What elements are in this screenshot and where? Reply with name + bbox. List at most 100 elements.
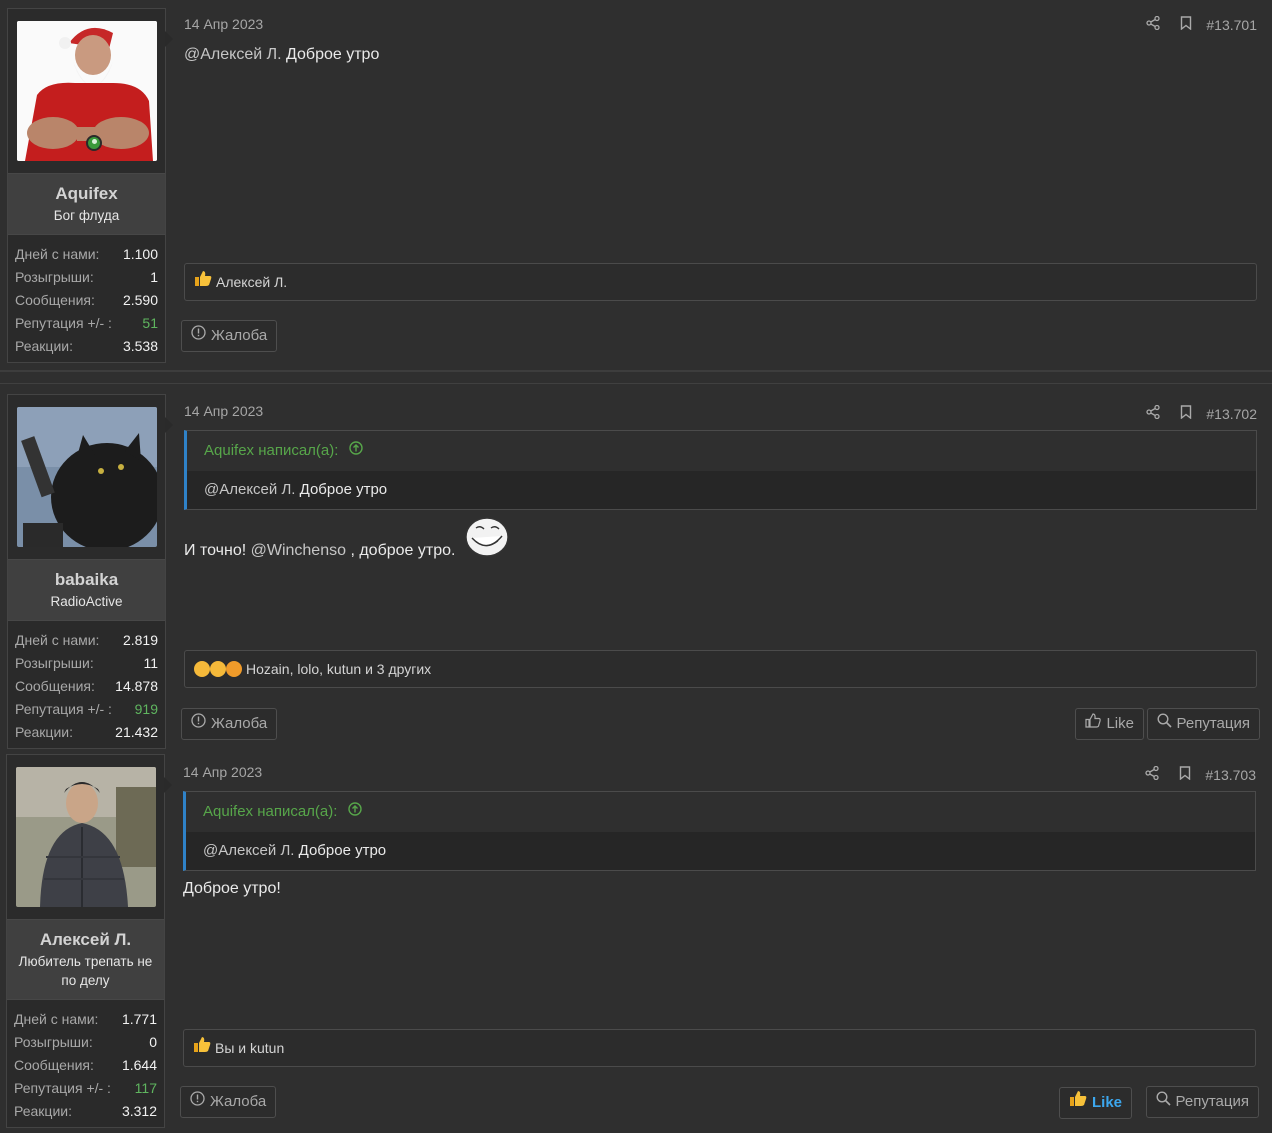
reactions-users[interactable]: Вы и kutun [215,1030,284,1066]
stat-label: Сообщения: [15,292,95,308]
username[interactable]: Aquifex [12,184,161,204]
mention-link[interactable]: @Алексей Л. [184,46,282,63]
like-button[interactable]: Like [1075,708,1144,740]
stat-label: Реакции: [15,724,73,740]
avatar[interactable] [16,407,157,547]
like-label: Like [1091,1094,1122,1111]
report-button[interactable]: Жалоба [180,1086,277,1118]
reactions-users[interactable]: Алексей Л. [216,264,287,300]
stat-value: 14.878 [115,678,158,694]
stat-giveaways: Розыгрыши: 11 [15,652,158,675]
share-icon[interactable] [1146,404,1161,422]
quote-header[interactable]: Aquifex написал(а): [186,792,1255,832]
quote-header[interactable]: Aquifex написал(а): [187,431,1256,471]
bookmark-icon[interactable] [1180,405,1192,422]
arrow-up-circle-icon[interactable] [347,792,362,832]
stat-label: Сообщения: [14,1057,94,1073]
user-stats: Дней с нами: 1.100 Розыгрыши: 1 Сообщения:… [8,235,165,362]
user-title: Бог флуда [53,208,120,223]
post-date[interactable]: 14 Апр 2023 [184,16,263,32]
reactions-users[interactable]: Hozain, lolo, kutun и 3 других [246,651,431,687]
stat-reputation: Репутация +/- : 919 [15,698,158,721]
stat-value: 2.819 [122,632,158,648]
post-actions: #13.703 [1145,765,1256,783]
share-icon[interactable] [1145,765,1160,783]
stat-value: 3.312 [121,1103,157,1119]
thumbs-up-emoji-icon [1069,1088,1087,1118]
laughing-emoji-icon [194,661,210,677]
username[interactable]: Алексей Л. [11,930,160,950]
post-text: И точно! [184,542,251,559]
reputation-label: Репутация [1176,715,1250,732]
bookmark-icon[interactable] [1179,766,1191,783]
post-content: Доброе утро! [183,880,281,898]
avatar-container [7,755,172,919]
stat-days: Дней с нами: 1.100 [15,243,158,266]
user-name-block: Aquifex Бог флуда [8,173,165,235]
like-label: Like [1106,715,1134,732]
post-number[interactable]: #13.701 [1206,17,1257,33]
stat-label: Розыгрыши: [15,655,94,671]
post-text: Доброе утро! [183,880,281,897]
post-date[interactable]: 14 Апр 2023 [184,403,263,419]
thumbs-up-icon [1085,709,1102,739]
quote-author[interactable]: Aquifex написал(а): [204,442,338,459]
mention-link[interactable]: @Алексей Л. [203,842,294,859]
reputation-button[interactable]: Репутация [1145,1086,1259,1118]
quote-body: @Алексей Л. Доброе утро [186,832,1255,870]
message-body: 14 Апр 2023 #13.702 Aquifex написал(а): … [181,382,1260,752]
stat-label: Реакции: [14,1103,72,1119]
avatar[interactable] [16,21,157,161]
username[interactable]: babaika [12,570,161,590]
quote-text: Доброе утро [294,842,387,859]
thumbs-up-emoji-icon [194,264,212,300]
reactions-bar[interactable]: Вы и kutun [183,1029,1256,1067]
stat-label: Дней с нами: [15,632,100,648]
alert-circle-icon [190,1087,205,1117]
stat-label: Репутация +/- : [15,315,112,331]
user-name-block: babaika RadioActive [8,559,165,621]
stat-value[interactable]: 117 [135,1077,157,1100]
arrow-up-circle-icon[interactable] [348,431,363,471]
post-number[interactable]: #13.702 [1206,406,1257,422]
post-date[interactable]: 14 Апр 2023 [183,764,262,780]
stat-label: Репутация +/- : [15,701,112,717]
avatar[interactable] [15,767,156,907]
stat-reputation: Репутация +/- : 51 [15,312,158,335]
alert-circle-icon [191,321,206,351]
stat-reactions: Реакции: 3.538 [15,335,158,358]
mention-link[interactable]: @Алексей Л. [204,481,295,498]
search-icon [1157,709,1172,739]
stat-messages: Сообщения: 2.590 [15,289,158,312]
reactions-bar[interactable]: Алексей Л. [184,263,1257,301]
sad-emoji-icon [226,661,242,677]
message-body: 14 Апр 2023 #13.703 Aquifex написал(а): … [180,752,1259,1133]
report-label: Жалоба [210,1093,267,1110]
post-actions: #13.702 [1146,404,1257,422]
stat-value[interactable]: 51 [142,312,158,335]
user-card: Алексей Л. Любитель трепать не по делу Д… [6,754,172,1128]
like-button[interactable]: Like [1058,1087,1132,1119]
stat-value: 2.590 [122,292,158,308]
reactions-bar[interactable]: Hozain, lolo, kutun и 3 других [184,650,1257,688]
stat-value[interactable]: 919 [135,698,158,721]
mention-link[interactable]: @Winchenso [251,542,346,559]
report-button[interactable]: Жалоба [181,708,278,740]
reputation-label: Репутация [1175,1093,1249,1110]
user-stats: Дней с нами: 1.771 Розыгрыши: 0 Сообщения:… [7,1000,164,1127]
user-name-block: Алексей Л. Любитель трепать не по делу [7,919,164,1000]
report-button[interactable]: Жалоба [181,320,278,352]
quote-author[interactable]: Aquifex написал(а): [203,803,337,820]
post-13703: Алексей Л. Любитель трепать не по делу Д… [0,752,1272,1133]
post-number[interactable]: #13.703 [1205,767,1256,783]
stat-reputation: Репутация +/- : 117 [14,1077,157,1100]
share-icon[interactable] [1146,15,1161,33]
stat-reactions: Реакции: 3.312 [14,1100,157,1123]
stat-value: 1.644 [121,1057,157,1073]
bookmark-icon[interactable] [1180,16,1192,33]
quote-block: Aquifex написал(а): @Алексей Л. Доброе у… [184,430,1257,510]
man-avatar-image [15,767,156,907]
stat-label: Сообщения: [15,678,95,694]
stat-label: Розыгрыши: [15,269,94,285]
reputation-button[interactable]: Репутация [1146,708,1260,740]
